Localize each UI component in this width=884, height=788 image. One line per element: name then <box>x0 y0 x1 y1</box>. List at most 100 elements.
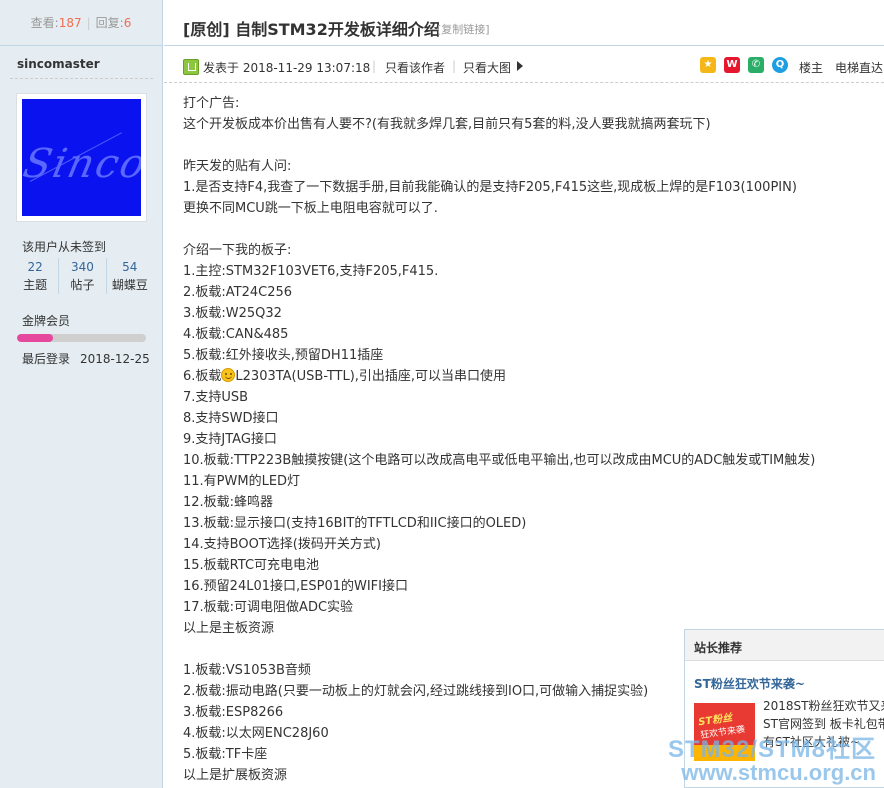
recommend-line: 有ST社区大礼被~ <box>763 735 861 749</box>
weibo-share-icon[interactable]: W <box>724 57 740 73</box>
avatar-logo-text: Sinco <box>22 141 141 187</box>
post-line-text: 15.板载RTC可充电电池 <box>183 558 320 573</box>
avatar[interactable]: Sinco <box>16 93 147 222</box>
post-line-text: 8.支持SWD接口 <box>183 411 279 426</box>
post-line: 17.板载:可调电阻做ADC实验 <box>183 597 873 618</box>
post-line-text: 2.板载:AT24C256 <box>183 285 293 300</box>
post-line: 1.是否支持F4,我查了一下数据手册,目前我能确认的是支持F205,F415这些… <box>183 177 873 198</box>
user-stat-value[interactable]: 340 <box>59 258 105 276</box>
rank-progress-bar <box>17 334 146 342</box>
user-stat-label: 蝴蝶豆 <box>111 278 148 292</box>
smiley-emoji-icon <box>221 368 236 382</box>
user-rank[interactable]: 金牌会员 <box>22 312 70 329</box>
post-line-text: 3.板载:W25Q32 <box>183 306 282 321</box>
user-stat-value[interactable]: 54 <box>107 258 153 276</box>
author-only-link[interactable]: 只看该作者 <box>385 59 445 76</box>
post-line-text: 打个广告: <box>183 96 240 111</box>
post-line-text: 11.有PWM的LED灯 <box>183 474 301 489</box>
author-username[interactable]: sincomaster <box>17 57 100 71</box>
user-sidebar: 查看: 187 | 回复: 6 sincomaster Sinco 该用户从未签… <box>0 0 163 788</box>
post-line-text: 以上是主板资源 <box>183 621 275 636</box>
post-line: 8.支持SWD接口 <box>183 408 873 429</box>
post-line-text: 4.板载:CAN&485 <box>183 327 289 342</box>
replies-count: 6 <box>123 15 132 30</box>
wechat-share-icon[interactable]: ✆ <box>748 57 764 73</box>
post-line: 介绍一下我的板子: <box>183 240 873 261</box>
username-divider <box>10 78 153 79</box>
meta-divider: | <box>372 59 377 73</box>
post-line-text: 5.板载:红外接收头,预留DH11插座 <box>183 348 384 363</box>
post-line: 更换不同MCU跳一下板上电阻电容就可以了. <box>183 198 873 219</box>
floor-label: 楼主 <box>799 61 824 75</box>
recommend-panel: 站长推荐 ST粉丝狂欢节来袭~ ST粉丝 狂欢节来袭 2018ST粉丝狂欢节又来… <box>684 629 884 788</box>
post-line: 15.板载RTC可充电电池 <box>183 555 873 576</box>
recommend-thumbnail[interactable]: ST粉丝 狂欢节来袭 <box>694 703 755 761</box>
views-label: 查看: <box>30 16 59 30</box>
user-stat-threads[interactable]: 22 主题 <box>12 258 58 294</box>
thread-title: [原创] 自制STM32开发板详细介绍 <box>183 20 440 39</box>
post-line: 4.板载:CAN&485 <box>183 324 873 345</box>
post-line-text: 17.板载:可调电阻做ADC实验 <box>183 600 354 615</box>
user-stat-value[interactable]: 22 <box>12 258 58 276</box>
post-line-text: 9.支持JTAG接口 <box>183 432 277 447</box>
post-line: 5.板载:红外接收头,预留DH11插座 <box>183 345 873 366</box>
play-triangle-icon[interactable] <box>517 61 523 71</box>
qq-share-icon[interactable]: Q <box>772 57 788 73</box>
post-line-text: 6.板载 <box>183 369 222 384</box>
post-line-text: 以上是扩展板资源 <box>183 768 288 783</box>
recommend-line: 2018ST粉丝狂欢节又来 <box>763 699 884 713</box>
last-login-label: 最后登录 <box>22 352 71 366</box>
post-line-text: 10.板载:TTP223B触摸按键(这个电路可以改成高电平或低电平输出,也可以改… <box>183 453 816 468</box>
post-line-text: 14.支持BOOT选择(拨码开关方式) <box>183 537 381 552</box>
qzone-share-icon[interactable]: ★ <box>700 57 716 73</box>
post-line-text: 5.板载:TF卡座 <box>183 747 268 762</box>
last-login-date: 2018-12-25 <box>80 352 150 366</box>
post-line: 10.板载:TTP223B触摸按键(这个电路可以改成高电平或低电平输出,也可以改… <box>183 450 873 471</box>
post-line: 3.板载:W25Q32 <box>183 303 873 324</box>
post-line: 打个广告: <box>183 93 873 114</box>
user-stats: 22 主题 340 帖子 54 蝴蝶豆 <box>12 258 153 294</box>
thread-stats: 查看: 187 | 回复: 6 <box>0 0 162 46</box>
post-line: 1.主控:STM32F103VET6,支持F205,F415. <box>183 261 873 282</box>
recommend-title-link[interactable]: ST粉丝狂欢节来袭~ <box>694 675 805 692</box>
thumb-stripe <box>694 745 755 761</box>
rank-progress-fill <box>17 334 54 342</box>
post-line-text: 2.板载:振动电路(只要一动板上的灯就会闪,经过跳线接到IO口,可做输入捕捉实验… <box>183 684 649 699</box>
copy-link-button[interactable]: [复制链接] <box>437 21 490 37</box>
user-stat-coins[interactable]: 54 蝴蝶豆 <box>105 258 153 294</box>
post-line-text: 1.板载:VS1053B音频 <box>183 663 311 678</box>
post-line: 6.板载 L2303TA(USB-TTL),引出插座,可以当串口使用 <box>183 366 873 387</box>
post-line-text: 16.预留24L01接口,ESP01的WIFI接口 <box>183 579 408 594</box>
views-count: 187 <box>58 15 82 30</box>
post-line-text: 13.板载:显示接口(支持16BIT的TFTLCD和IIC接口的OLED) <box>183 516 527 531</box>
post-line-text: L2303TA(USB-TTL),引出插座,可以当串口使用 <box>235 369 507 384</box>
post-line: 2.板载:AT24C256 <box>183 282 873 303</box>
user-stat-posts[interactable]: 340 帖子 <box>58 258 105 294</box>
post-line-text: 7.支持USB <box>183 390 249 405</box>
post-line: 14.支持BOOT选择(拨码开关方式) <box>183 534 873 555</box>
big-image-link[interactable]: 只看大图 <box>463 59 511 76</box>
avatar-image[interactable]: Sinco <box>22 99 141 216</box>
thread-header: [原创] 自制STM32开发板详细介绍 [复制链接] <box>164 0 884 46</box>
post-line-text: 介绍一下我的板子: <box>183 243 292 258</box>
post-line-text: 更换不同MCU跳一下板上电阻电容就可以了. <box>183 201 438 216</box>
post-line: 7.支持USB <box>183 387 873 408</box>
post-line: 9.支持JTAG接口 <box>183 429 873 450</box>
meta-divider: | <box>452 59 457 73</box>
floor-jump-link[interactable]: 电梯直达 <box>835 59 883 76</box>
post-line: 昨天发的贴有人问: <box>183 156 873 177</box>
replies-label: 回复: <box>95 16 124 30</box>
online-status-icon <box>183 59 199 75</box>
post-line: 11.有PWM的LED灯 <box>183 471 873 492</box>
post-line-text: 3.板载:ESP8266 <box>183 705 284 720</box>
post-line: 12.板载:蜂鸣器 <box>183 492 873 513</box>
recommend-summary[interactable]: 2018ST粉丝狂欢节又来 ST官网签到 板卡礼包带 有ST社区大礼被~ <box>763 697 884 751</box>
recommend-header: 站长推荐 <box>685 630 884 661</box>
post-line: 16.预留24L01接口,ESP01的WIFI接口 <box>183 576 873 597</box>
post-date: 发表于 2018-11-29 13:07:18 <box>203 61 371 75</box>
post-line: 13.板载:显示接口(支持16BIT的TFTLCD和IIC接口的OLED) <box>183 513 873 534</box>
post-meta: 发表于 2018-11-29 13:07:18 | 只看该作者 | 只看大图 ★… <box>164 47 884 83</box>
post-line-text: 4.板载:以太网ENC28J60 <box>183 726 329 741</box>
post-line-text: 12.板载:蜂鸣器 <box>183 495 274 510</box>
post-line-text: 昨天发的贴有人问: <box>183 159 292 174</box>
